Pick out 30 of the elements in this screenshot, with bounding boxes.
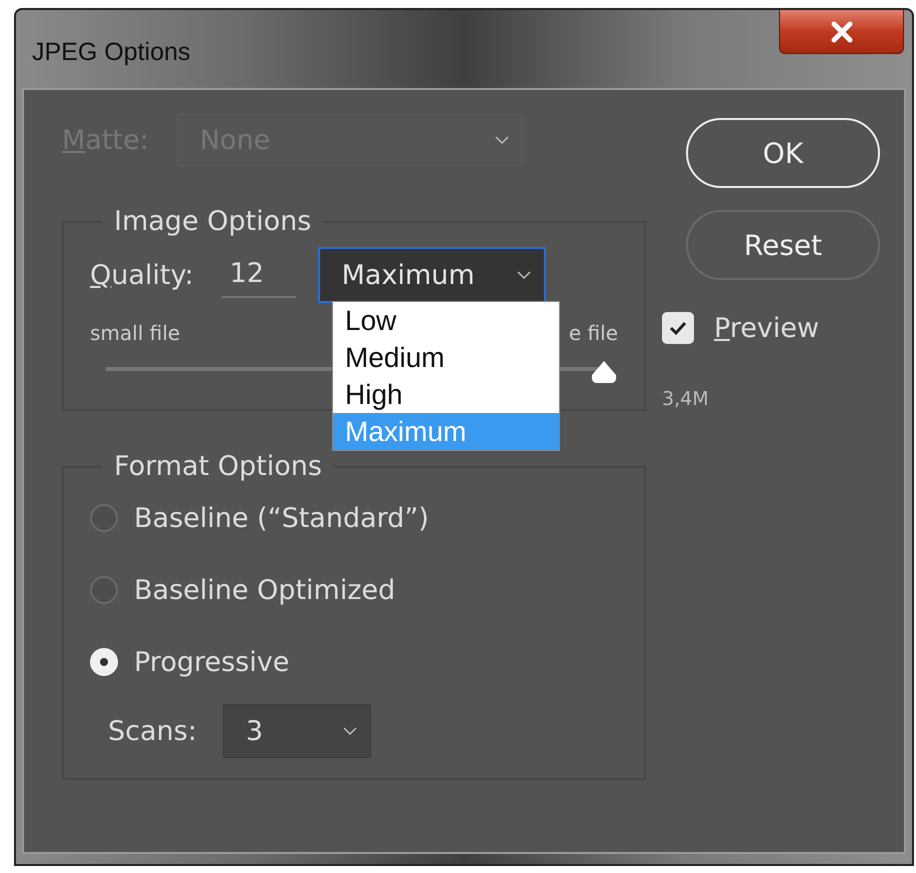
radio-label: Baseline (“Standard”) — [134, 502, 429, 534]
chevron-icon — [516, 270, 532, 280]
scans-dropdown[interactable]: 3 — [222, 704, 371, 758]
checkbox[interactable] — [662, 312, 694, 344]
menu-item[interactable]: Medium — [333, 339, 559, 376]
group-title: Format Options — [113, 451, 323, 482]
quality-label: Quality: — [90, 260, 194, 290]
slider-thumb[interactable] — [589, 359, 619, 385]
radio-button[interactable] — [90, 504, 118, 532]
check-icon — [668, 320, 688, 336]
preview-label: Preview — [714, 312, 820, 344]
menu-item[interactable]: High — [333, 376, 559, 413]
quality-field[interactable]: 12 — [222, 252, 296, 298]
close-icon — [828, 20, 854, 42]
slider-label: e file — [568, 321, 618, 345]
radio-label: Baseline Optimized — [134, 574, 396, 606]
chevron-icon — [342, 726, 358, 736]
slider-label: small file — [90, 321, 180, 345]
menu-item[interactable]: Low — [333, 302, 559, 339]
reset-button[interactable]: Reset — [686, 210, 880, 280]
close-button[interactable] — [779, 10, 904, 54]
chevron-icon — [494, 135, 510, 145]
ok-button[interactable]: OK — [686, 118, 880, 188]
window-title: JPEG Options — [32, 38, 190, 67]
quality-dropdown[interactable]: Maximum — [318, 247, 546, 303]
file-size: 3,4M — [662, 388, 709, 410]
group-title: Image Options — [113, 206, 312, 237]
radio-button[interactable] — [90, 576, 118, 604]
radio-label: Progressive — [134, 646, 290, 678]
scans-label: Scans: — [108, 716, 197, 746]
